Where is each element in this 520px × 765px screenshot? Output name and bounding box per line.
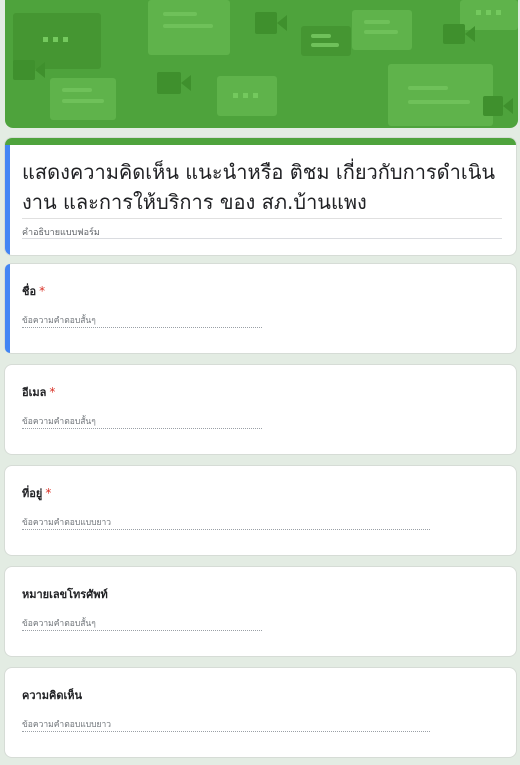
question-card-name[interactable]: ชื่อ * ข้อความคำตอบสั้นๆ	[4, 263, 517, 354]
long-answer-field[interactable]: ข้อความคำตอบแบบยาว	[22, 515, 430, 530]
required-asterisk: *	[39, 284, 46, 298]
question-label-text: หมายเลขโทรศัพท์	[22, 588, 108, 601]
question-label: อีเมล *	[22, 383, 55, 401]
form-description-field[interactable]: คำอธิบายแบบฟอร์ม	[22, 225, 100, 239]
focus-indicator	[5, 145, 10, 255]
form-title-card: แสดงความคิดเห็น แนะนำหรือ ติชม เกี่ยวกับ…	[4, 137, 517, 256]
question-label: ชื่อ *	[22, 282, 45, 300]
chat-bubble-icon	[301, 26, 351, 56]
title-divider	[22, 218, 502, 219]
header-banner	[5, 0, 518, 128]
theme-accent-bar	[5, 138, 516, 145]
question-card-phone[interactable]: หมายเลขโทรศัพท์ ข้อความคำตอบสั้นๆ	[4, 566, 517, 657]
chat-bubble-icon	[50, 78, 116, 120]
question-label-text: ที่อยู่	[22, 487, 43, 500]
question-label: ที่อยู่ *	[22, 484, 51, 502]
question-label-text: อีเมล	[22, 386, 47, 399]
short-answer-field[interactable]: ข้อความคำตอบสั้นๆ	[22, 616, 262, 631]
question-label: ความคิดเห็น	[22, 686, 85, 704]
chat-bubble-icon	[388, 64, 493, 126]
form-title[interactable]: แสดงความคิดเห็น แนะนำหรือ ติชม เกี่ยวกับ…	[22, 157, 502, 217]
long-answer-field[interactable]: ข้อความคำตอบแบบยาว	[22, 717, 430, 732]
question-card-address[interactable]: ที่อยู่ * ข้อความคำตอบแบบยาว	[4, 465, 517, 556]
chat-bubble-icon	[217, 76, 277, 116]
question-card-email[interactable]: อีเมล * ข้อความคำตอบสั้นๆ	[4, 364, 517, 455]
description-underline	[22, 238, 502, 239]
question-label-text: ชื่อ	[22, 285, 37, 298]
focus-indicator	[5, 264, 10, 353]
question-label: หมายเลขโทรศัพท์	[22, 585, 111, 603]
short-answer-field[interactable]: ข้อความคำตอบสั้นๆ	[22, 313, 262, 328]
question-card-comment[interactable]: ความคิดเห็น ข้อความคำตอบแบบยาว	[4, 667, 517, 758]
chat-bubble-icon	[352, 10, 412, 50]
short-answer-field[interactable]: ข้อความคำตอบสั้นๆ	[22, 414, 262, 429]
required-asterisk: *	[49, 385, 56, 399]
required-asterisk: *	[45, 486, 52, 500]
question-label-text: ความคิดเห็น	[22, 689, 82, 702]
chat-bubble-icon	[148, 0, 230, 55]
